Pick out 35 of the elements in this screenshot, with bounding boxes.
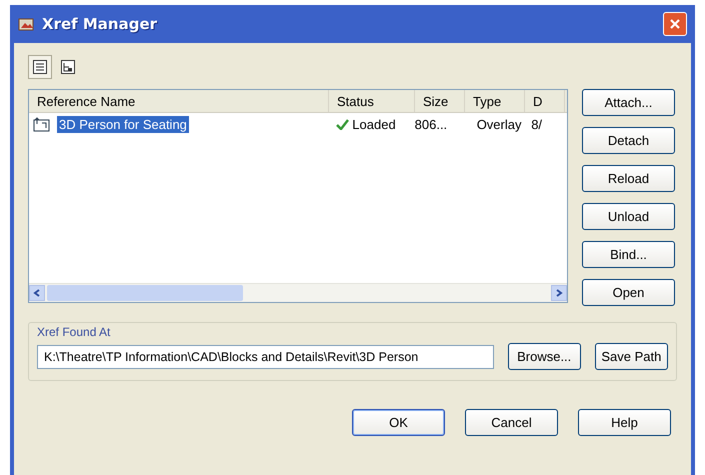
- column-header[interactable]: Type: [465, 90, 525, 112]
- action-button[interactable]: Reload: [582, 165, 675, 192]
- table-cell-text: 8/: [530, 116, 544, 132]
- horizontal-scrollbar[interactable]: [29, 283, 567, 302]
- column-header[interactable]: Size: [415, 90, 465, 112]
- reference-name[interactable]: 3D Person for Seating: [57, 116, 189, 132]
- table-cell-text: Overlay: [476, 116, 522, 132]
- drawing-icon: [33, 116, 51, 132]
- dialog-button[interactable]: OK: [352, 409, 445, 436]
- close-button[interactable]: [663, 12, 687, 36]
- column-header[interactable]: Reference Name: [29, 90, 329, 112]
- column-header[interactable]: Status: [329, 90, 415, 112]
- dialog-button[interactable]: Help: [578, 409, 671, 436]
- action-button[interactable]: Attach...: [582, 89, 675, 116]
- column-header[interactable]: D: [525, 90, 565, 112]
- scroll-left-button[interactable]: [29, 285, 45, 301]
- path-button[interactable]: Browse...: [508, 343, 581, 370]
- table-cell-text: Loaded: [351, 116, 397, 132]
- view-button[interactable]: [28, 55, 52, 79]
- scroll-right-button[interactable]: [551, 285, 567, 301]
- window-title: Xref Manager: [42, 15, 158, 33]
- path-button[interactable]: Save Path: [594, 343, 668, 370]
- action-button[interactable]: Bind...: [582, 241, 675, 268]
- path-field[interactable]: K:\Theatre\TP Information\CAD\Blocks and Details\Revit\3D Person: [37, 344, 494, 368]
- list-view-icon: [32, 59, 48, 75]
- table-cell-text: 806...: [414, 116, 448, 132]
- action-button[interactable]: Detach: [582, 127, 675, 154]
- close-icon: [669, 18, 681, 30]
- action-button[interactable]: Open: [582, 279, 675, 306]
- app-icon: [18, 16, 36, 32]
- dialog-button[interactable]: Cancel: [465, 409, 558, 436]
- tree-view-icon: [60, 59, 76, 75]
- action-button[interactable]: Unload: [582, 203, 675, 230]
- group-label: Xref Found At: [37, 325, 112, 339]
- check-icon: [336, 118, 349, 130]
